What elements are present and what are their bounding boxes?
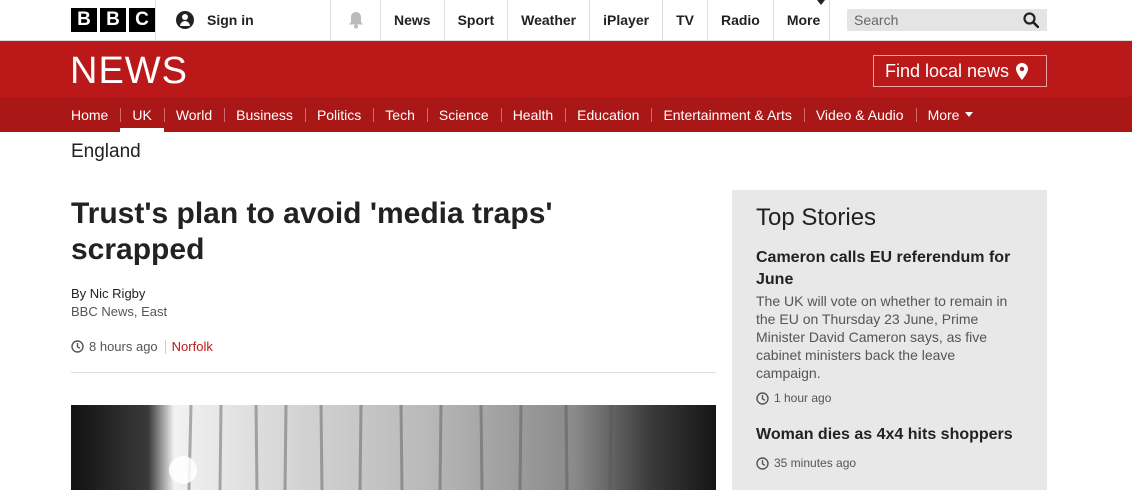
top-nav-sport[interactable]: Sport <box>445 0 509 40</box>
section-nav: Home UK World Business Politics Tech Sci… <box>0 97 1132 132</box>
top-nav: News Sport Weather iPlayer TV Radio More <box>381 0 830 40</box>
top-nav-more-label: More <box>786 12 821 28</box>
section-more-label: More <box>927 106 960 123</box>
article-meta: 8 hours ago Norfolk <box>71 339 213 354</box>
top-story-link[interactable]: Cameron calls EU referendum for June <box>756 247 1026 291</box>
top-story-summary: The UK will vote on whether to remain in… <box>756 293 1008 381</box>
news-masthead: NEWS Find local news <box>0 41 1132 97</box>
search-placeholder: Search <box>854 12 899 28</box>
curtains-photo <box>71 405 716 490</box>
bbc-top-bar: B B C Sign in News Sport Weather iPlayer… <box>0 0 1132 41</box>
find-local-news-label: Find local news <box>885 60 1010 81</box>
section-more[interactable]: More <box>915 97 986 132</box>
section-health[interactable]: Health <box>500 97 565 132</box>
article-hero-image <box>71 405 716 490</box>
article-org: BBC News, East <box>71 304 168 319</box>
top-nav-weather[interactable]: Weather <box>508 0 591 40</box>
bell-icon <box>348 12 363 29</box>
search-icon[interactable] <box>1023 12 1039 28</box>
article-headline: Trust's plan to avoid 'media traps' scra… <box>71 197 553 266</box>
top-nav-iplayer[interactable]: iPlayer <box>590 0 664 40</box>
clock-icon <box>756 391 769 405</box>
divider <box>71 372 716 373</box>
bbc-logo-letter: B <box>100 8 126 32</box>
top-nav-radio[interactable]: Radio <box>708 0 774 40</box>
section-world[interactable]: World <box>163 97 224 132</box>
article-byline: By Nic Rigby BBC News, East <box>71 285 167 321</box>
section-home[interactable]: Home <box>59 97 120 132</box>
bbc-logo-letter: C <box>129 8 155 32</box>
top-story-timestamp: 35 minutes ago <box>774 456 857 470</box>
article-location-tag[interactable]: Norfolk <box>172 339 213 354</box>
top-stories-panel: Top Stories Cameron calls EU referendum … <box>732 190 1047 490</box>
search-input[interactable]: Search <box>847 9 1047 31</box>
notifications-button[interactable] <box>331 0 381 40</box>
top-story-timestamp: 1 hour ago <box>774 391 832 405</box>
top-stories-title: Top Stories <box>756 204 877 231</box>
caret-down-icon <box>965 112 974 117</box>
section-business[interactable]: Business <box>224 97 305 132</box>
section-video-audio[interactable]: Video & Audio <box>803 97 916 132</box>
user-icon <box>176 11 194 29</box>
bbc-logo[interactable]: B B C <box>71 8 155 32</box>
section-uk[interactable]: UK <box>120 97 165 132</box>
section-education[interactable]: Education <box>565 97 651 132</box>
top-nav-news[interactable]: News <box>381 0 445 40</box>
sign-in-button[interactable]: Sign in <box>155 0 331 40</box>
clock-icon <box>71 340 84 353</box>
top-story-time: 35 minutes ago <box>756 456 856 470</box>
section-science[interactable]: Science <box>426 97 501 132</box>
caret-down-icon <box>817 0 825 5</box>
section-tech[interactable]: Tech <box>373 97 427 132</box>
top-story-link[interactable]: Woman dies as 4x4 hits shoppers <box>756 424 1026 446</box>
region-title: England <box>71 141 141 162</box>
top-story-time: 1 hour ago <box>756 391 831 405</box>
top-nav-tv[interactable]: TV <box>663 0 708 40</box>
section-entertainment-arts[interactable]: Entertainment & Arts <box>651 97 803 132</box>
clock-icon <box>756 456 769 470</box>
section-politics[interactable]: Politics <box>304 97 373 132</box>
meta-divider <box>164 339 166 354</box>
sign-in-label: Sign in <box>207 12 254 28</box>
article-author: By Nic Rigby <box>71 286 146 301</box>
bbc-logo-letter: B <box>71 8 97 32</box>
find-local-news-button[interactable]: Find local news <box>873 55 1047 87</box>
top-nav-more-toggle[interactable] <box>817 0 825 40</box>
news-logo[interactable]: NEWS <box>70 50 188 93</box>
article-timestamp: 8 hours ago <box>89 339 158 354</box>
location-pin-icon <box>1016 62 1029 80</box>
